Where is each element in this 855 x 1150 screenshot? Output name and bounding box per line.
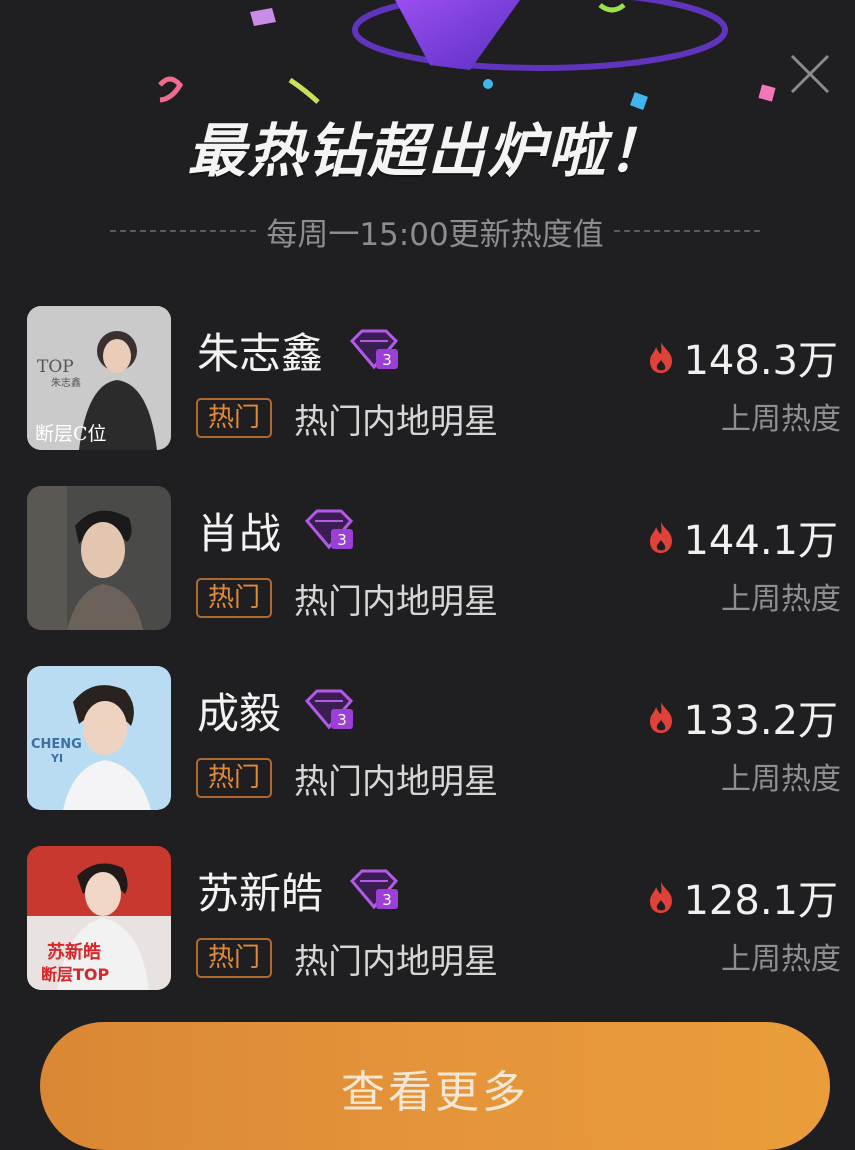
avatar-caption: 朱志鑫 — [51, 376, 81, 389]
diamond-badge-icon: 3 — [349, 869, 399, 910]
star-name[interactable]: 肖战 — [197, 500, 281, 561]
avatar-caption: 断层TOP — [41, 965, 110, 984]
heat-value: 148.3万 — [683, 338, 838, 384]
flame-icon — [650, 702, 673, 733]
avatar[interactable]: 苏新皓 断层TOP — [27, 846, 171, 990]
heat-label: 上周热度 — [721, 942, 841, 977]
close-button[interactable] — [784, 48, 836, 100]
star-category: 热门内地明星 — [294, 942, 498, 982]
star-category: 热门内地明星 — [294, 582, 498, 622]
heat-label: 上周热度 — [721, 402, 841, 437]
heat-score: 133.2万 — [645, 688, 838, 746]
divider-left — [110, 230, 257, 232]
ranking-row[interactable]: 肖战 3 热门 热门内地明星 144.1万 上周热度 — [0, 480, 855, 660]
avatar-caption: 苏新皓 — [47, 941, 101, 963]
view-more-label: 查看更多 — [341, 1067, 529, 1118]
hot-tag: 热门 — [196, 758, 273, 798]
badge-level: 3 — [382, 351, 392, 369]
avatar-caption: TOP — [37, 357, 74, 377]
close-icon[interactable] — [784, 48, 836, 100]
avatar-caption: YI — [50, 752, 63, 765]
update-note: 每周一15:00更新热度值 — [110, 208, 760, 254]
flame-icon — [650, 342, 673, 373]
avatar-image: CHENG YI — [27, 666, 171, 810]
star-category: 热门内地明星 — [294, 762, 498, 802]
avatar-caption: 断层C位 — [35, 423, 107, 445]
heat-score: 148.3万 — [645, 328, 838, 386]
divider-right — [613, 230, 760, 232]
flame-icon — [650, 882, 673, 913]
ranking-row[interactable]: CHENG YI 成毅 3 热门 热门内地明星 133.2万 上周热度 — [0, 660, 855, 840]
heat-label: 上周热度 — [721, 582, 841, 617]
diamond-badge-icon: 3 — [304, 509, 354, 550]
flame-icon — [650, 522, 673, 553]
hot-tag: 热门 — [196, 578, 273, 618]
ranking-list: TOP 朱志鑫 断层C位 朱志鑫 3 热门 热门内地明星 148.3万 上周热度 — [0, 300, 855, 1020]
avatar[interactable] — [27, 486, 171, 630]
hot-tag: 热门 — [196, 938, 273, 978]
hot-tag: 热门 — [196, 398, 273, 438]
page-title: 最热钻超出炉啦！ — [187, 117, 668, 185]
diamond-badge-icon: 3 — [349, 329, 399, 370]
avatar-image: 苏新皓 断层TOP — [27, 846, 171, 990]
avatar-caption: CHENG — [31, 737, 82, 752]
diamond-badge-icon: 3 — [304, 689, 354, 730]
heat-value: 128.1万 — [683, 878, 838, 924]
badge-level: 3 — [382, 891, 392, 909]
badge-level: 3 — [337, 711, 347, 729]
view-more-button[interactable]: 查看更多 — [40, 1022, 830, 1150]
avatar-image — [27, 486, 171, 630]
heat-value: 144.1万 — [683, 518, 838, 564]
star-category: 热门内地明星 — [294, 402, 498, 442]
star-name[interactable]: 苏新皓 — [197, 860, 323, 921]
ranking-row[interactable]: TOP 朱志鑫 断层C位 朱志鑫 3 热门 热门内地明星 148.3万 上周热度 — [0, 300, 855, 480]
star-name[interactable]: 朱志鑫 — [197, 320, 323, 381]
badge-level: 3 — [337, 531, 347, 549]
avatar[interactable]: CHENG YI — [27, 666, 171, 810]
ranking-row[interactable]: 苏新皓 断层TOP 苏新皓 3 热门 热门内地明星 128.1万 上周热度 — [0, 840, 855, 1020]
update-note-text: 每周一15:00更新热度值 — [266, 216, 604, 253]
avatar[interactable]: TOP 朱志鑫 断层C位 — [27, 306, 171, 450]
avatar-image: TOP 朱志鑫 断层C位 — [27, 306, 171, 450]
star-name[interactable]: 成毅 — [197, 680, 281, 741]
heat-label: 上周热度 — [721, 762, 841, 797]
heat-score: 128.1万 — [645, 868, 838, 926]
heat-value: 133.2万 — [683, 698, 838, 744]
heat-score: 144.1万 — [645, 508, 838, 566]
